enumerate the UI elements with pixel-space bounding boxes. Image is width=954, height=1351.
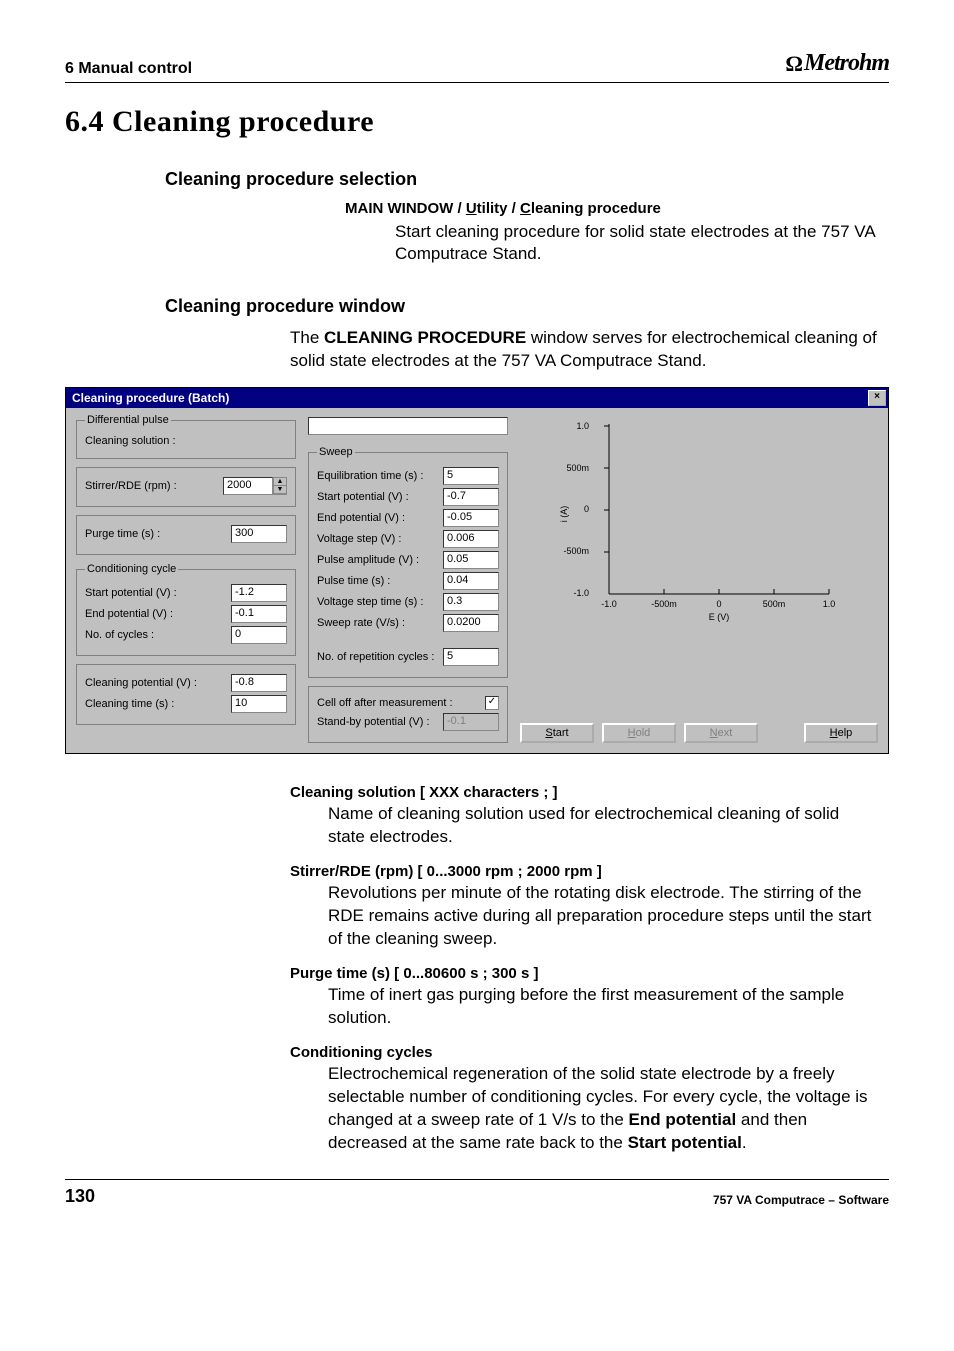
footer-right: 757 VA Computrace – Software: [713, 1193, 889, 1207]
subsection-selection: Cleaning procedure selection: [65, 169, 889, 190]
cond-end-label: End potential (V) :: [85, 608, 173, 620]
dialog-title: Cleaning procedure (Batch): [72, 391, 229, 405]
xtick-4: 1.0: [823, 599, 836, 609]
start-button[interactable]: Start: [520, 723, 594, 743]
stirrer-group: Stirrer/RDE (rpm) : 2000 ▲▼: [76, 467, 296, 507]
standby-value: -0.1: [443, 713, 499, 731]
xtick-0: -1.0: [601, 599, 617, 609]
eq-value[interactable]: 5: [443, 467, 499, 485]
param-desc: Electrochemical regeneration of the soli…: [290, 1063, 879, 1155]
ytick-1: -500m: [563, 546, 589, 556]
ytick-0: -1.0: [573, 588, 589, 598]
ptime-label: Pulse time (s) :: [317, 575, 390, 587]
dialog-titlebar[interactable]: Cleaning procedure (Batch) ×: [66, 388, 888, 408]
param-title: Stirrer/RDE (rpm) [ 0...3000 rpm ; 2000 …: [290, 863, 879, 880]
pamp-label: Pulse amplitude (V) :: [317, 554, 419, 566]
cleaning-group: Cleaning potential (V) : -0.8 Cleaning t…: [76, 664, 296, 725]
cleaning-procedure-dialog: Cleaning procedure (Batch) × Differentia…: [65, 387, 889, 754]
cond-legend: Conditioning cycle: [85, 563, 178, 575]
xtick-2: 0: [716, 599, 721, 609]
sweep-legend: Sweep: [317, 446, 355, 458]
param-title: Conditioning cycles: [290, 1044, 879, 1061]
param-desc: Name of cleaning solution used for elect…: [290, 803, 879, 849]
ylabel: i (A): [559, 506, 569, 523]
chapter-label: 6 Manual control: [65, 60, 192, 78]
page-footer: 130 757 VA Computrace – Software: [65, 1179, 889, 1207]
conditioning-cycle-group: Conditioning cycle Start potential (V) :…: [76, 563, 296, 656]
xlabel: E (V): [709, 612, 730, 622]
hold-button[interactable]: Hold: [602, 723, 676, 743]
celloff-checkbox[interactable]: ✓: [485, 696, 499, 710]
dialog-buttons: Start Hold Next Help: [520, 723, 878, 743]
param-conditioning: Conditioning cycles Electrochemical rege…: [65, 1044, 889, 1155]
page-number: 130: [65, 1186, 95, 1207]
cond-start-value[interactable]: -1.2: [231, 584, 287, 602]
eq-label: Equilibration time (s) :: [317, 470, 423, 482]
srate-value[interactable]: 0.0200: [443, 614, 499, 632]
cond-cycles-value[interactable]: 0: [231, 626, 287, 644]
rep-value[interactable]: 5: [443, 648, 499, 666]
param-stirrer: Stirrer/RDE (rpm) [ 0...3000 rpm ; 2000 …: [65, 863, 889, 951]
subsection-window: Cleaning procedure window: [65, 296, 889, 317]
bottom-group: Cell off after measurement : ✓ Stand-by …: [308, 686, 508, 743]
param-desc: Time of inert gas purging before the fir…: [290, 984, 879, 1030]
dp-legend: Differential pulse: [85, 414, 171, 426]
stirrer-label: Stirrer/RDE (rpm) :: [85, 480, 177, 492]
param-purge: Purge time (s) [ 0...80600 s ; 300 s ] T…: [65, 965, 889, 1030]
brand-logo: ΩMetrohm: [785, 50, 889, 78]
page-header: 6 Manual control ΩMetrohm: [65, 50, 889, 83]
vstep-value[interactable]: 0.006: [443, 530, 499, 548]
clean-pot-value[interactable]: -0.8: [231, 674, 287, 692]
cond-cycles-label: No. of cycles :: [85, 629, 154, 641]
ytick-3: 500m: [566, 463, 589, 473]
clean-pot-label: Cleaning potential (V) :: [85, 677, 197, 689]
cond-end-value[interactable]: -0.1: [231, 605, 287, 623]
param-desc: Revolutions per minute of the rotating d…: [290, 882, 879, 951]
rep-label: No. of repetition cycles :: [317, 651, 434, 663]
vst-value[interactable]: 0.3: [443, 593, 499, 611]
sweep-group: Sweep Equilibration time (s) : 5 Start po…: [308, 446, 508, 678]
celloff-label: Cell off after measurement :: [317, 697, 453, 709]
vst-label: Voltage step time (s) :: [317, 596, 423, 608]
clean-time-label: Cleaning time (s) :: [85, 698, 174, 710]
section-heading: 6.4 Cleaning procedure: [65, 105, 889, 139]
ytick-2: 0: [584, 504, 589, 514]
param-title: Purge time (s) [ 0...80600 s ; 300 s ]: [290, 965, 879, 982]
window-description: The CLEANING PROCEDURE window serves for…: [65, 327, 889, 373]
purge-label: Purge time (s) :: [85, 528, 160, 540]
param-title: Cleaning solution [ XXX characters ; ]: [290, 784, 879, 801]
ytick-4: 1.0: [576, 421, 589, 431]
differential-pulse-group: Differential pulse Cleaning solution :: [76, 414, 296, 459]
spin-down-icon[interactable]: ▼: [274, 486, 286, 494]
pamp-value[interactable]: 0.05: [443, 551, 499, 569]
help-button[interactable]: Help: [804, 723, 878, 743]
selection-description: Start cleaning procedure for solid state…: [65, 221, 889, 267]
menu-path: MAIN WINDOW / Utility / Cleaning procedu…: [65, 200, 889, 217]
sw-end-value[interactable]: -0.05: [443, 509, 499, 527]
close-icon[interactable]: ×: [868, 390, 886, 406]
clean-time-value[interactable]: 10: [231, 695, 287, 713]
cleaning-solution-input[interactable]: [308, 417, 508, 435]
purge-value[interactable]: 300: [231, 525, 287, 543]
sw-end-label: End potential (V) :: [317, 512, 405, 524]
sw-start-value[interactable]: -0.7: [443, 488, 499, 506]
vstep-label: Voltage step (V) :: [317, 533, 401, 545]
xtick-3: 500m: [763, 599, 786, 609]
stirrer-stepper[interactable]: 2000 ▲▼: [223, 477, 287, 495]
purge-group: Purge time (s) : 300: [76, 515, 296, 555]
standby-label: Stand-by potential (V) :: [317, 716, 430, 728]
spin-up-icon[interactable]: ▲: [274, 478, 286, 486]
stirrer-value[interactable]: 2000: [223, 477, 273, 495]
xtick-1: -500m: [651, 599, 677, 609]
srate-label: Sweep rate (V/s) :: [317, 617, 405, 629]
ptime-value[interactable]: 0.04: [443, 572, 499, 590]
sw-start-label: Start potential (V) :: [317, 491, 409, 503]
param-cleaning-solution: Cleaning solution [ XXX characters ; ] N…: [65, 784, 889, 849]
cleaning-solution-label: Cleaning solution :: [85, 435, 176, 447]
cond-start-label: Start potential (V) :: [85, 587, 177, 599]
next-button[interactable]: Next: [684, 723, 758, 743]
voltammogram-plot: 1.0 500m 0 -500m -1.0 -1.0: [520, 414, 878, 624]
